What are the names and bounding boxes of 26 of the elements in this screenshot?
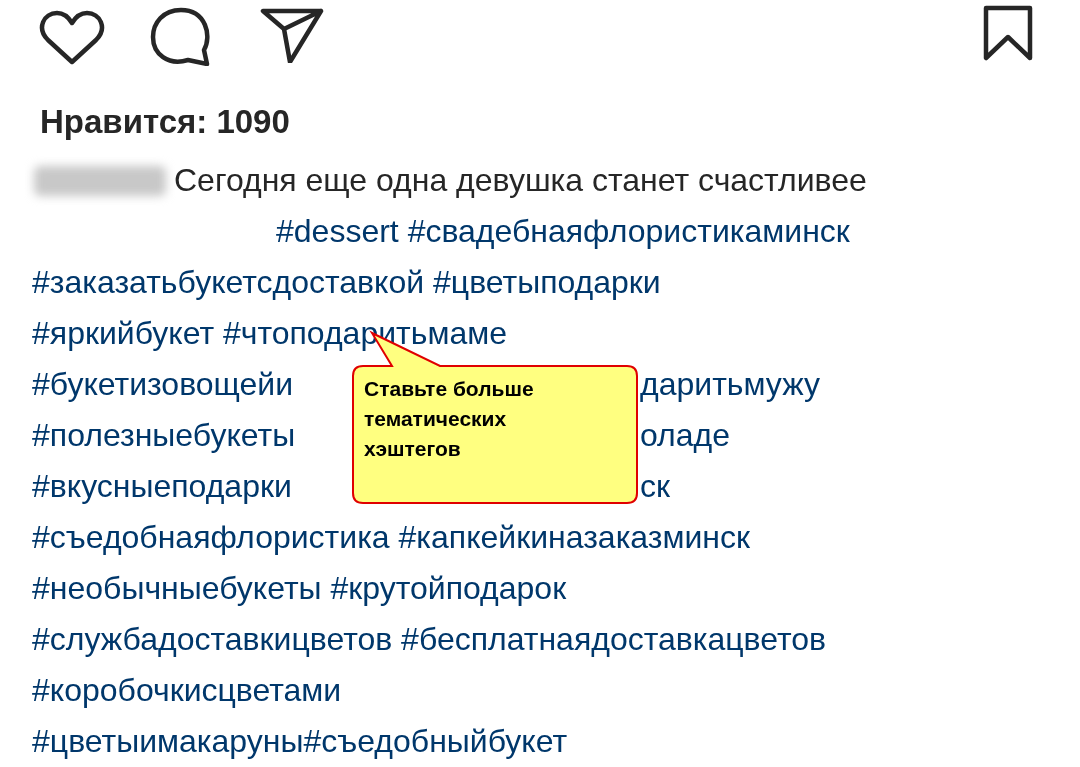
callout-text: Ставьте больше тематических хэштегов bbox=[364, 376, 535, 462]
hashtag-link[interactable]: #коробочкисцветами bbox=[32, 672, 342, 708]
heart-icon[interactable] bbox=[38, 10, 106, 66]
hashtag-link[interactable]: #чтоподаритьмаме bbox=[222, 315, 507, 351]
hashtag-link[interactable]: ск bbox=[640, 468, 670, 504]
hashtag-link[interactable]: оладе bbox=[640, 417, 731, 453]
hashtag-link[interactable]: #свадебнаяфлористикаминск bbox=[407, 213, 850, 249]
caption-text: Сегодня еще одна девушка станет счастливее bbox=[174, 162, 867, 199]
paper-plane-icon[interactable] bbox=[260, 7, 324, 63]
bookmark-icon[interactable] bbox=[982, 4, 1034, 62]
hashtag-link[interactable]: #цветыимакаруны#съедобныйбукет bbox=[32, 723, 568, 759]
hashtag-link[interactable]: #необычныебукеты bbox=[32, 570, 322, 606]
hashtag-link[interactable]: #бесплатнаядоставкацветов bbox=[401, 621, 827, 657]
hashtag-link[interactable]: #цветыподарки bbox=[433, 264, 661, 300]
hashtag-link[interactable]: #полезныебукеты bbox=[32, 417, 296, 453]
hashtag-link[interactable]: #букетизовощейи bbox=[32, 366, 294, 402]
hashtag-link[interactable]: #заказатьбукетсдоставкой bbox=[32, 264, 425, 300]
likes-count[interactable]: Нравится: 1090 bbox=[40, 98, 290, 146]
hashtag-link[interactable]: #крутойподарок bbox=[330, 570, 567, 606]
hashtag-link[interactable]: #службадоставкицветов bbox=[32, 621, 393, 657]
hashtag-link[interactable]: #съедобнаяфлористика bbox=[32, 519, 390, 555]
hashtag-link[interactable]: даритьмужу bbox=[640, 366, 820, 402]
hashtag-link[interactable]: #капкейкиназаказминск bbox=[398, 519, 750, 555]
hashtag-link[interactable]: #яркийбукет bbox=[32, 315, 215, 351]
hashtag-link[interactable]: #вкусныеподарки bbox=[32, 468, 292, 504]
hashtag-link[interactable]: #dessert bbox=[276, 213, 399, 249]
